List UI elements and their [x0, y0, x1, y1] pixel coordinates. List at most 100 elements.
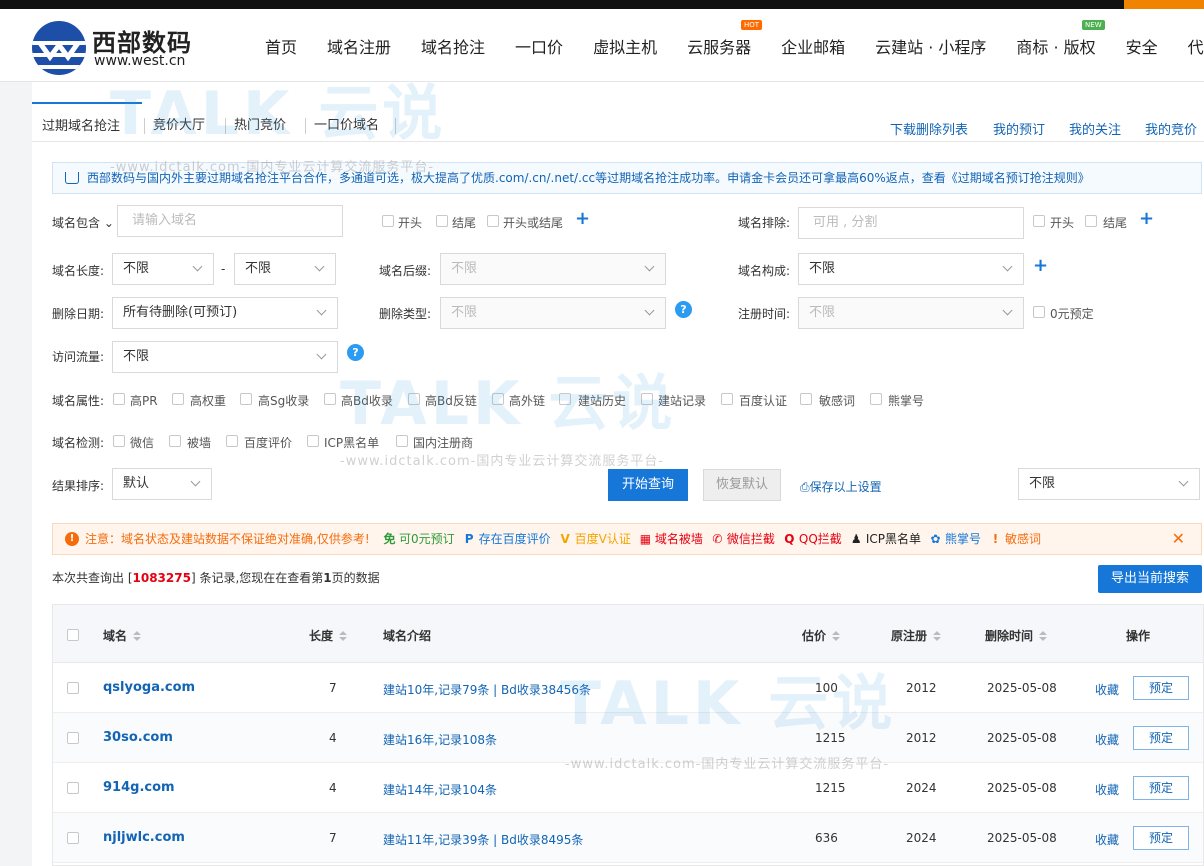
right-select[interactable]: 不限 [1018, 468, 1200, 500]
attr-checkbox[interactable] [172, 393, 184, 405]
row-checkbox[interactable] [67, 832, 79, 844]
domain-orig-reg: 2012 [906, 731, 937, 745]
tab-fixed-price-domain[interactable]: 一口价域名 [314, 102, 379, 142]
delete-date-select[interactable]: 所有待删除(可预订) [112, 297, 338, 329]
nav-domain-snap[interactable]: 域名抢注 [406, 34, 500, 58]
attr-checkbox[interactable] [113, 393, 125, 405]
my-reservations-link[interactable]: 我的预订 [993, 119, 1045, 138]
tab-hot-bidding[interactable]: 热门竞价 [234, 102, 286, 142]
nav-security[interactable]: 安全 [1111, 34, 1173, 58]
attr-checkbox[interactable] [641, 393, 653, 405]
length-min-select[interactable]: 不限 [112, 253, 214, 285]
attr-checkbox[interactable] [492, 393, 504, 405]
domain-intro-link[interactable]: 建站10年,记录79条 | Bd收录38456条 [383, 681, 591, 698]
nav-home[interactable]: 首页 [250, 34, 312, 58]
domain-del-time: 2025-05-08 [987, 831, 1057, 845]
reset-button[interactable]: 恢复默认 [703, 469, 781, 501]
nav-cloud-server[interactable]: 云服务器 HOT [672, 19, 766, 58]
col-length[interactable]: 长度 [309, 627, 348, 644]
nav-virtual-host[interactable]: 虚拟主机 [578, 34, 672, 58]
add-contains-icon[interactable]: + [575, 208, 590, 229]
end-checkbox[interactable] [436, 215, 448, 227]
export-button[interactable]: 导出当前搜索 [1098, 565, 1202, 593]
attr-checkbox[interactable] [408, 393, 420, 405]
save-settings-link[interactable]: ⎙保存以上设置 [800, 478, 882, 495]
domain-link[interactable]: 914g.com [103, 780, 175, 795]
domain-link[interactable]: qslyoga.com [103, 680, 195, 695]
select-all-checkbox[interactable] [67, 629, 79, 641]
top-bar-orange-button[interactable] [1124, 0, 1204, 9]
domain-intro-link[interactable]: 建站11年,记录39条 | Bd收录8495条 [383, 831, 583, 848]
start-checkbox[interactable] [382, 215, 394, 227]
attr-checkbox[interactable] [324, 393, 336, 405]
add-exclude-icon[interactable]: + [1139, 208, 1154, 229]
reserve-button[interactable]: 预定 [1133, 826, 1189, 850]
nav-domain-register[interactable]: 域名注册 [312, 34, 406, 58]
sort-select[interactable]: 默认 [112, 468, 212, 500]
site-logo[interactable]: 西部数码 www.west.cn [32, 19, 192, 75]
start-or-end-label: 开头或结尾 [503, 216, 564, 230]
domain-intro-link[interactable]: 建站16年,记录108条 [383, 731, 497, 748]
nav-agent[interactable]: 代理合作 [1173, 34, 1204, 58]
attr-checkbox[interactable] [240, 393, 252, 405]
domain-intro-link[interactable]: 建站14年,记录104条 [383, 781, 497, 798]
exclude-end-checkbox[interactable] [1085, 215, 1097, 227]
delete-type-select[interactable]: 不限 [440, 297, 666, 329]
search-button[interactable]: 开始查询 [608, 469, 688, 501]
chevron-down-icon [316, 305, 327, 316]
col-domain[interactable]: 域名 [103, 627, 142, 644]
exclude-start-checkbox[interactable] [1033, 215, 1045, 227]
attr-checkbox[interactable] [721, 393, 733, 405]
contains-label[interactable]: 域名包含 ⌄ [52, 214, 114, 231]
row-checkbox[interactable] [67, 732, 79, 744]
row-checkbox[interactable] [67, 782, 79, 794]
reserve-button[interactable]: 预定 [1133, 676, 1189, 700]
zero-price-checkbox[interactable] [1033, 306, 1045, 318]
favorite-link[interactable]: 收藏 [1095, 681, 1119, 698]
check-checkbox[interactable] [307, 435, 319, 447]
compose-select[interactable]: 不限 [798, 253, 1024, 285]
suffix-select[interactable]: 不限 [440, 253, 666, 285]
exclude-input[interactable]: 可用 , 分割 [798, 207, 1024, 239]
reserve-button[interactable]: 预定 [1133, 776, 1189, 800]
legend-item: Q QQ拦截 [783, 532, 842, 546]
favorite-link[interactable]: 收藏 [1095, 731, 1119, 748]
reg-time-select[interactable]: 不限 [798, 297, 1024, 329]
close-icon[interactable]: ✕ [1172, 524, 1185, 554]
reserve-button[interactable]: 预定 [1133, 726, 1189, 750]
tab-bidding-hall[interactable]: 竞价大厅 [153, 102, 205, 142]
check-checkbox[interactable] [226, 435, 238, 447]
favorite-link[interactable]: 收藏 [1095, 831, 1119, 848]
attr-checkbox[interactable] [559, 393, 571, 405]
check-checkbox[interactable] [113, 435, 125, 447]
my-bids-link[interactable]: 我的竞价 [1145, 119, 1197, 138]
domain-link[interactable]: njljwlc.com [103, 830, 185, 845]
help-icon[interactable]: ? [675, 301, 692, 318]
traffic-select[interactable]: 不限 [112, 341, 338, 373]
col-price[interactable]: 估价 [802, 627, 841, 644]
domain-link[interactable]: 30so.com [103, 730, 173, 745]
check-checkbox[interactable] [169, 435, 181, 447]
chevron-down-icon [1002, 261, 1013, 272]
attr-checkbox[interactable] [870, 393, 882, 405]
nav-fixed-price[interactable]: 一口价 [500, 34, 578, 58]
download-delete-list-link[interactable]: 下载删除列表 [890, 119, 968, 138]
contains-input[interactable]: 请输入域名 [117, 205, 343, 237]
attr-checkbox[interactable] [800, 393, 812, 405]
check-checkbox[interactable] [396, 435, 408, 447]
attr-item: 敏感词 [819, 394, 856, 408]
row-checkbox[interactable] [67, 682, 79, 694]
nav-site-builder[interactable]: 云建站 · 小程序 [860, 34, 1001, 58]
col-del-time[interactable]: 删除时间 [985, 627, 1048, 644]
length-max-select[interactable]: 不限 [234, 253, 336, 285]
add-compose-icon[interactable]: + [1033, 255, 1048, 276]
favorite-link[interactable]: 收藏 [1095, 781, 1119, 798]
nav-enterprise-mail[interactable]: 企业邮箱 [766, 34, 860, 58]
my-watchlist-link[interactable]: 我的关注 [1069, 119, 1121, 138]
legend-5-icon: Q [784, 532, 795, 546]
help-icon[interactable]: ? [347, 344, 364, 361]
col-orig-reg[interactable]: 原注册 [891, 627, 942, 644]
nav-trademark[interactable]: 商标 · 版权 NEW [1001, 19, 1110, 58]
tab-expired-snap[interactable]: 过期域名抢注 [32, 102, 142, 142]
start-or-end-checkbox[interactable] [487, 215, 499, 227]
